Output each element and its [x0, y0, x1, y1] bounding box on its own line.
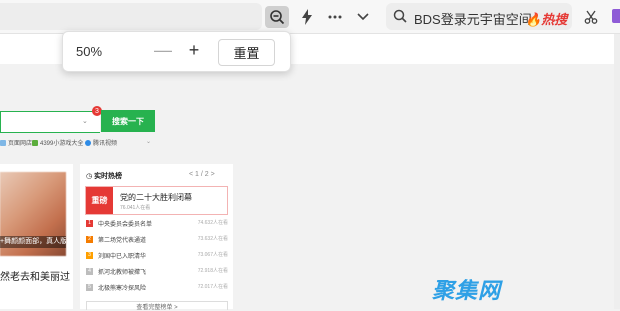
quick-link[interactable]: 页面网店	[0, 138, 32, 147]
zoom-minus-button[interactable]: —	[154, 38, 172, 62]
chevron-down-icon[interactable]	[351, 6, 375, 28]
web-store-icon	[0, 140, 6, 147]
search-box[interactable]: BDS登录元宇宙空间 🔥热搜	[386, 3, 572, 30]
featured-title: 党的二十大胜利闭幕	[120, 193, 192, 202]
item-title: 抓河北教师被撵飞	[98, 270, 147, 276]
search-icon	[393, 9, 407, 23]
chevron-down-icon[interactable]: ⌄	[82, 117, 88, 125]
extension-tab[interactable]	[612, 9, 620, 23]
featured-item[interactable]: 重磅 党的二十大胜利闭幕 76.041人在看	[85, 186, 228, 215]
rank-number: 1	[86, 220, 93, 227]
item-title: 刘国中已入职清华	[98, 254, 147, 260]
game-icon	[32, 140, 38, 147]
chevron-down-icon[interactable]: ⌄	[146, 138, 151, 145]
zoom-level: 50%	[76, 44, 103, 59]
scissors-icon[interactable]	[579, 6, 603, 28]
quick-link-label: 页面网店	[8, 141, 33, 147]
site-watermark: 聚集网	[432, 278, 502, 303]
rank-number: 5	[86, 284, 93, 291]
rank-number: 4	[86, 268, 93, 275]
video-icon	[85, 140, 91, 147]
hot-search-label: 🔥热搜	[525, 9, 567, 28]
more-icon[interactable]	[323, 6, 347, 28]
browser-toolbar: BDS登录元宇宙空间 🔥热搜	[0, 0, 620, 34]
item-count: 74.632人在看	[197, 220, 228, 226]
thumbnail-caption: +舞颜颜面部，真人版小	[0, 236, 66, 248]
item-count: 73.632人在看	[197, 236, 228, 242]
address-bar[interactable]	[0, 3, 262, 30]
hot-list-title-text: 实时热榜	[94, 173, 123, 180]
zoom-out-icon[interactable]	[265, 6, 289, 28]
page-scrollbar[interactable]	[614, 34, 620, 309]
item-title: 北极熊寒冷探风险	[98, 286, 147, 292]
quick-link[interactable]: 4399小游戏大全	[32, 138, 83, 147]
clock-icon: ◷	[86, 173, 93, 180]
item-count: 72.017人在看	[197, 284, 228, 290]
hot-list-pager[interactable]: < 1 / 2 >	[189, 171, 215, 178]
item-title: 第二场党代表通道	[98, 238, 147, 244]
quick-link-label: 4399小游戏大全	[40, 141, 84, 147]
rank-number: 3	[86, 252, 93, 259]
zoom-reset-button[interactable]: 重置	[218, 39, 275, 66]
item-count: 72.918人在看	[197, 268, 228, 274]
fire-icon: 🔥	[525, 12, 542, 27]
list-item[interactable]: 1 中央委员会委员名单 74.632人在看	[86, 219, 228, 229]
featured-views: 76.041人在看	[120, 205, 151, 211]
item-count: 73.067人在看	[197, 252, 228, 258]
list-item[interactable]: 3 刘国中已入职清华 73.067人在看	[86, 251, 228, 261]
lightning-icon[interactable]	[295, 6, 319, 28]
list-item[interactable]: 5 北极熊寒冷探风险 72.017人在看	[86, 283, 228, 293]
search-query-text: BDS登录元宇宙空间	[414, 12, 532, 27]
rank-number: 2	[86, 236, 93, 243]
featured-tag: 重磅	[86, 187, 113, 214]
hot-list-title: ◷ 实时热榜	[86, 171, 122, 181]
item-title: 中央委员会委员名单	[98, 222, 153, 228]
search-button[interactable]: 搜索一下	[101, 110, 155, 132]
list-item[interactable]: 2 第二场党代表通道 73.632人在看	[86, 235, 228, 245]
quick-link[interactable]: 腾讯视频	[85, 138, 117, 147]
zoom-popup: 50% — + 重置	[62, 31, 291, 72]
hot-text: 热搜	[541, 12, 568, 27]
news-title[interactable]: 然老去和美丽过	[0, 268, 70, 283]
quick-link-label: 腾讯视频	[93, 141, 118, 147]
list-item[interactable]: 4 抓河北教师被撵飞 72.918人在看	[86, 267, 228, 277]
zoom-plus-button[interactable]: +	[185, 38, 203, 62]
